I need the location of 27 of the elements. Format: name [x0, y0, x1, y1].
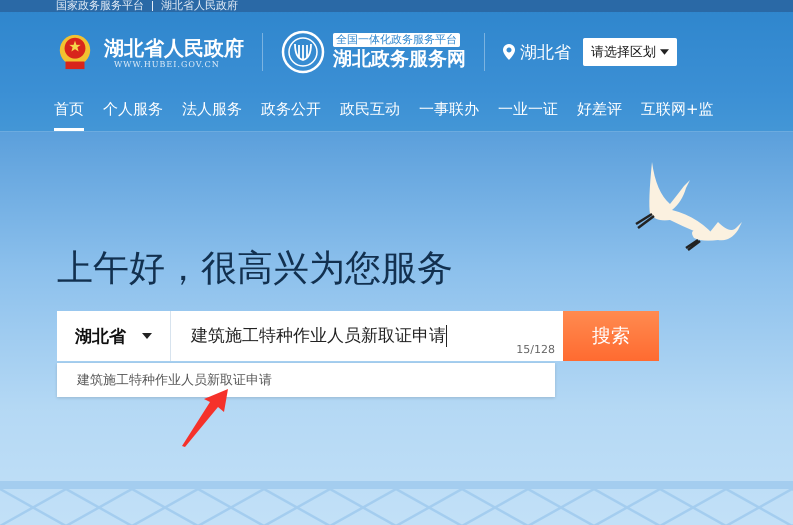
lyre-emblem-icon: [281, 30, 325, 74]
nav-tab[interactable]: 个人服务: [103, 92, 163, 131]
top-link[interactable]: 湖北省人民政府: [161, 0, 238, 12]
location-label: 湖北省: [520, 42, 571, 64]
nav-tab[interactable]: 法人服务: [182, 92, 242, 131]
region-dropdown[interactable]: 请选择区划: [583, 38, 677, 66]
nav-tab[interactable]: 政民互动: [340, 92, 400, 131]
nav-tab[interactable]: 好差评: [577, 92, 622, 131]
government-name: 湖北省人民政府: [104, 36, 244, 60]
location-pin-icon: [503, 44, 515, 60]
character-counter: 15/128: [516, 343, 555, 356]
caret-icon: [142, 333, 152, 339]
annotation-arrow: [180, 388, 230, 448]
platform-tag: 全国一体化政务服务平台: [333, 33, 460, 47]
government-url: WWW.HUBEI.GOV.CN: [114, 60, 221, 68]
nav-tab[interactable]: 一业一证: [498, 92, 558, 131]
top-link[interactable]: 国家政务服务平台: [56, 0, 144, 12]
caret-icon: [660, 49, 669, 55]
region-select[interactable]: 湖北省: [57, 311, 171, 361]
platform-name: 湖北政务服务网: [333, 47, 466, 71]
suggestion-item[interactable]: 建筑施工特种作业人员新取证申请: [57, 371, 272, 389]
search-field[interactable]: 建筑施工特种作业人员新取证申请 15/128: [171, 311, 563, 361]
search-button[interactable]: 搜索: [563, 311, 659, 361]
nav-tab[interactable]: 一事联办: [419, 92, 479, 131]
nav-tab[interactable]: 互联网+监: [641, 92, 714, 131]
nav-tab[interactable]: 政务公开: [261, 92, 321, 131]
greeting-heading: 上午好，很高兴为您服务: [57, 247, 453, 291]
